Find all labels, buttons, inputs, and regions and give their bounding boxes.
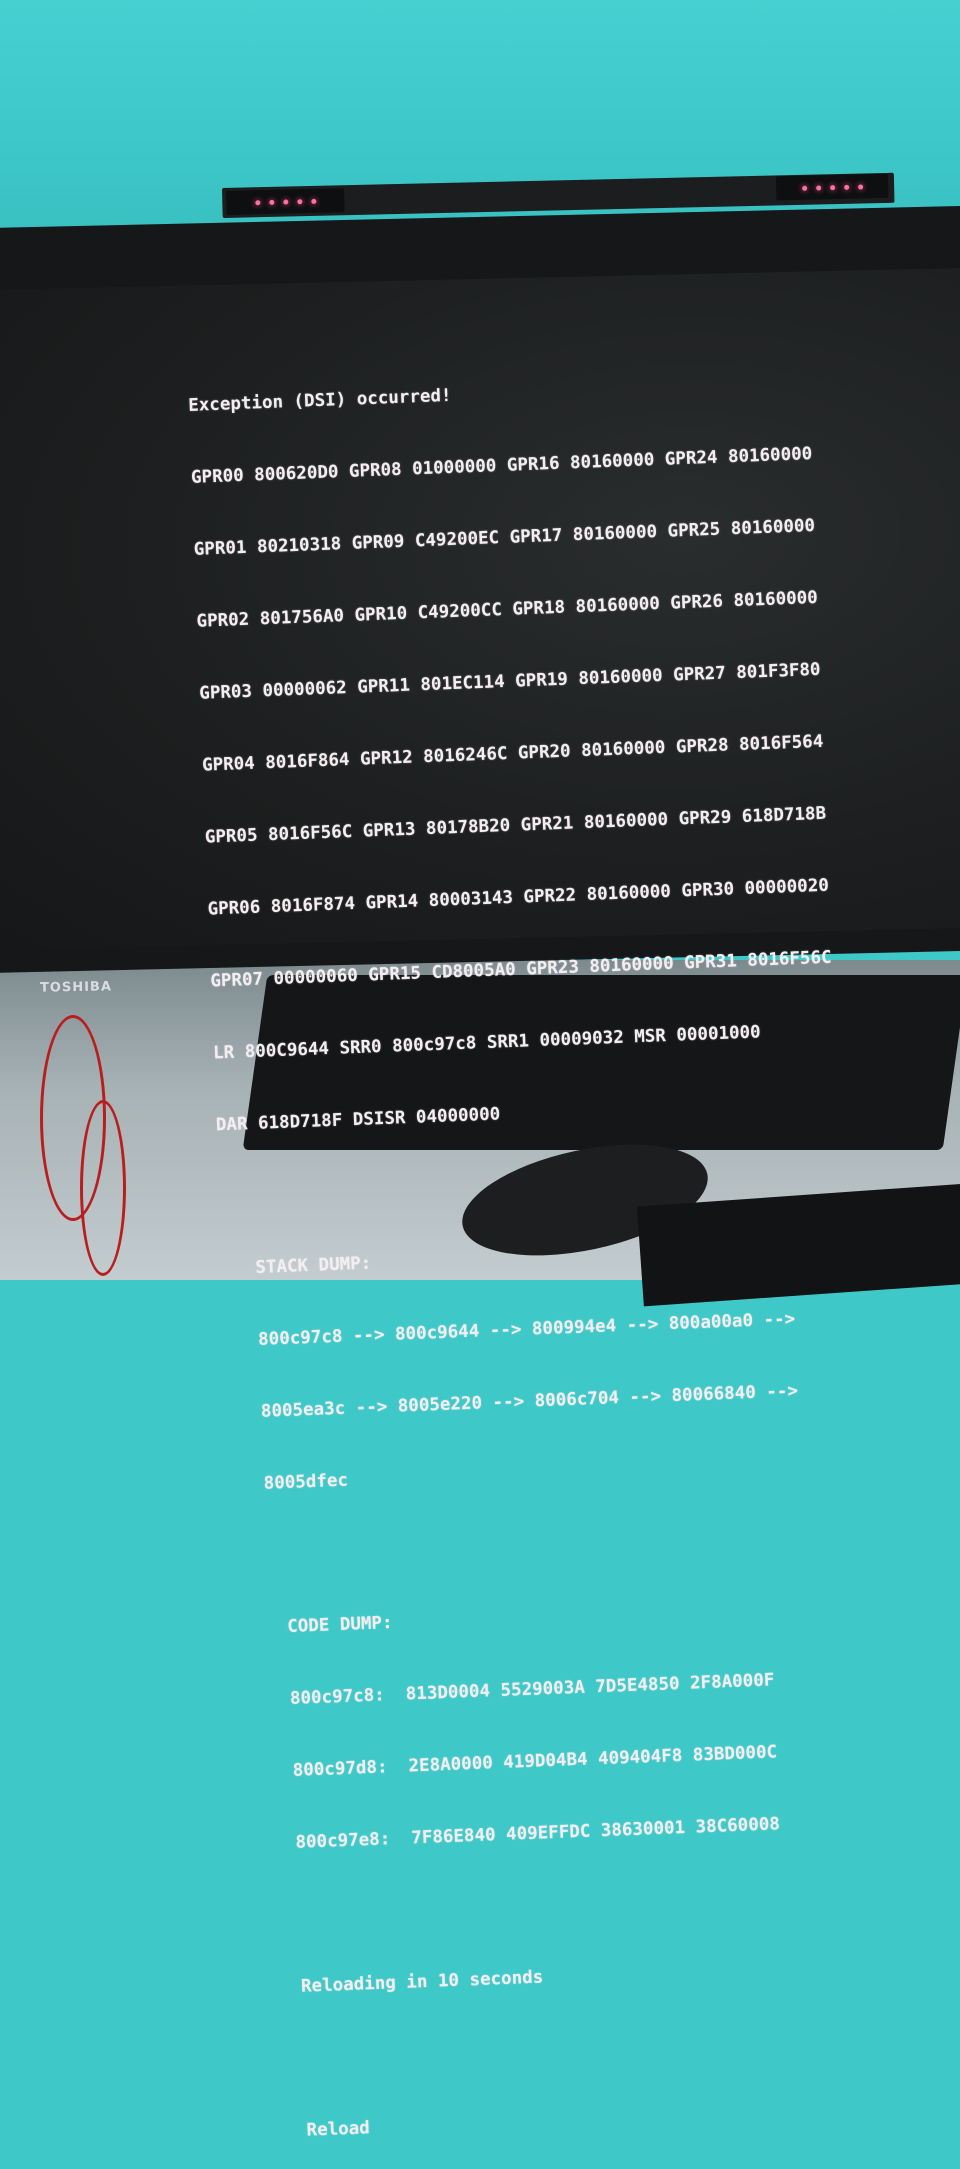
code-dump-heading: CODE DUMP:: [286, 1613, 393, 1638]
special-register-line: DAR 618D718F DSISR 04000000: [215, 1104, 501, 1136]
stack-dump-line: 8005dfec: [263, 1470, 349, 1494]
register-line: GPR03 00000062 GPR11 801EC114 GPR19 8016…: [198, 659, 821, 704]
code-dump-line: 800c97c8: 813D0004 5529003A 7D5E4850 2F8…: [289, 1670, 775, 1709]
reload-countdown: Reloading in 10 seconds: [300, 1967, 544, 1997]
monitor-brand-label: TOSHIBA: [39, 979, 113, 996]
led-indicator: [268, 199, 274, 205]
webcam-right-leds: [775, 173, 889, 201]
led-indicator: [310, 198, 316, 204]
led-indicator: [829, 184, 835, 190]
code-dump-line: 800c97d8: 2E8A0000 419D04B4 409404F8 83B…: [292, 1742, 778, 1781]
led-indicator: [843, 184, 849, 190]
led-indicator: [254, 199, 260, 205]
led-indicator: [857, 183, 863, 190]
reload-button[interactable]: Reload: [254, 2097, 876, 2145]
webcam-left-leds: [226, 188, 345, 215]
exception-title: Exception (DSI) occurred!: [187, 385, 452, 416]
exception-screen: Exception (DSI) occurred! GPR00 800620D0…: [186, 322, 877, 2169]
register-line: GPR06 8016F874 GPR14 80003143 GPR22 8016…: [207, 875, 830, 920]
led-indicator: [815, 184, 821, 191]
register-line: GPR01 80210318 GPR09 C49200EC GPR17 8016…: [193, 515, 816, 560]
led-indicator: [282, 199, 288, 205]
register-line: GPR00 800620D0 GPR08 01000000 GPR16 8016…: [190, 444, 813, 488]
register-line: GPR05 8016F56C GPR13 80178B20 GPR21 8016…: [204, 803, 827, 848]
red-cable: [80, 1100, 126, 1276]
special-register-line: LR 800C9644 SRR0 800c97c8 SRR1 00009032 …: [212, 1022, 762, 1064]
register-line: GPR02 801756A0 GPR10 C49200CC GPR18 8016…: [196, 587, 819, 632]
stack-dump-line: 800c97c8 --> 800c9644 --> 800994e4 --> 8…: [257, 1309, 796, 1350]
register-line: GPR04 8016F864 GPR12 8016246C GPR20 8016…: [201, 731, 824, 776]
stack-dump-line: 8005ea3c --> 8005e220 --> 8006c704 --> 8…: [260, 1381, 799, 1422]
led-indicator: [296, 198, 302, 204]
code-dump-line: 800c97e8: 7F86E840 409EFFDC 38630001 38C…: [295, 1814, 781, 1853]
led-indicator: [801, 185, 807, 191]
register-line: GPR07 00000060 GPR15 CD8005A0 GPR23 8016…: [210, 947, 832, 992]
stack-dump-heading: STACK DUMP:: [255, 1253, 372, 1279]
